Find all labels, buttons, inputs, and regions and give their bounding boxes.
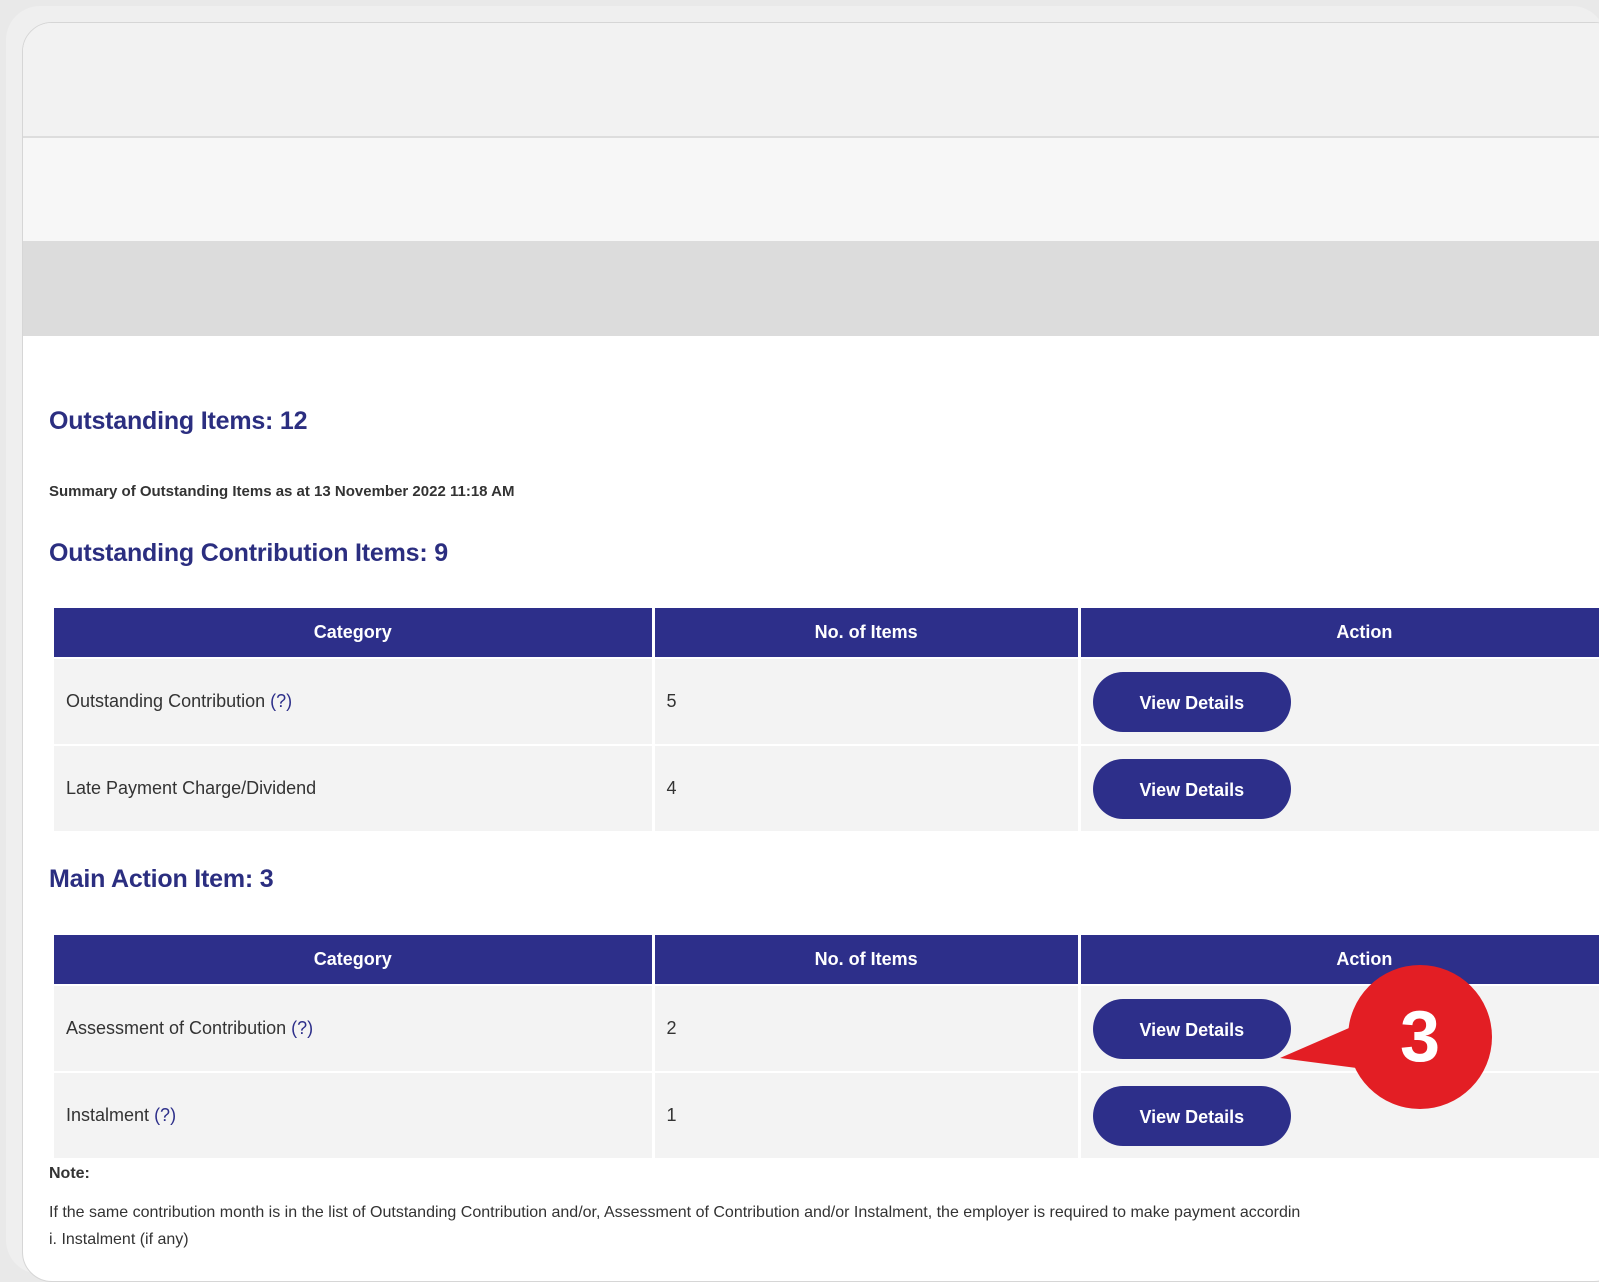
table-row: Late Payment Charge/Dividend 4 View Deta…: [54, 744, 1599, 831]
category-label: Assessment of Contribution: [66, 1018, 287, 1038]
help-link[interactable]: (?): [154, 1105, 176, 1125]
view-details-button[interactable]: View Details: [1092, 671, 1291, 732]
count-cell: 4: [654, 744, 1078, 831]
header-category: Category: [54, 933, 652, 984]
main-action-title: Main Action Item: 3: [49, 865, 274, 893]
view-details-button[interactable]: View Details: [1092, 998, 1291, 1059]
category-cell: Assessment of Contribution (?): [54, 984, 652, 1071]
count-cell: 1: [654, 1071, 1078, 1158]
header-action: Action: [1080, 933, 1599, 984]
category-label: Outstanding Contribution: [66, 691, 266, 711]
action-cell: View Details: [1080, 657, 1599, 744]
action-cell: View Details: [1080, 1071, 1599, 1158]
category-cell: Late Payment Charge/Dividend: [54, 744, 652, 831]
note-label: Note:: [49, 1165, 90, 1182]
header-action: Action: [1080, 606, 1599, 657]
view-details-button[interactable]: View Details: [1092, 1085, 1291, 1146]
category-cell: Instalment (?): [54, 1071, 652, 1158]
note-text: If the same contribution month is in the…: [49, 1204, 1301, 1221]
help-link[interactable]: (?): [291, 1018, 313, 1038]
sub-header-bar: [23, 138, 1599, 241]
view-details-button[interactable]: View Details: [1092, 758, 1291, 819]
table-header-row: Category No. of Items Action: [54, 606, 1599, 657]
action-cell: View Details: [1080, 984, 1599, 1071]
header-no-of-items: No. of Items: [654, 606, 1078, 657]
category-label: Late Payment Charge/Dividend: [66, 778, 317, 798]
outstanding-contribution-title: Outstanding Contribution Items: 9: [49, 539, 448, 567]
summary-timestamp: Summary of Outstanding Items as at 13 No…: [49, 483, 515, 500]
category-label: Instalment: [66, 1105, 150, 1125]
nav-bar: [23, 241, 1599, 336]
outstanding-items-title: Outstanding Items: 12: [49, 407, 308, 435]
header-no-of-items: No. of Items: [654, 933, 1078, 984]
contribution-table: Category No. of Items Action Outstanding…: [51, 606, 1599, 831]
step-callout-badge: 3: [1348, 965, 1492, 1109]
help-link[interactable]: (?): [270, 691, 292, 711]
count-cell: 2: [654, 984, 1078, 1071]
category-cell: Outstanding Contribution (?): [54, 657, 652, 744]
note-sub-item: i. Instalment (if any): [49, 1231, 189, 1248]
table-row: Outstanding Contribution (?) 5 View Deta…: [54, 657, 1599, 744]
page-card: Outstanding Items: 12 Summary of Outstan…: [22, 22, 1599, 1282]
table-header-row: Category No. of Items Action: [54, 933, 1599, 984]
count-cell: 5: [654, 657, 1078, 744]
header-category: Category: [54, 606, 652, 657]
top-header-bar: [23, 23, 1599, 138]
action-cell: View Details: [1080, 744, 1599, 831]
